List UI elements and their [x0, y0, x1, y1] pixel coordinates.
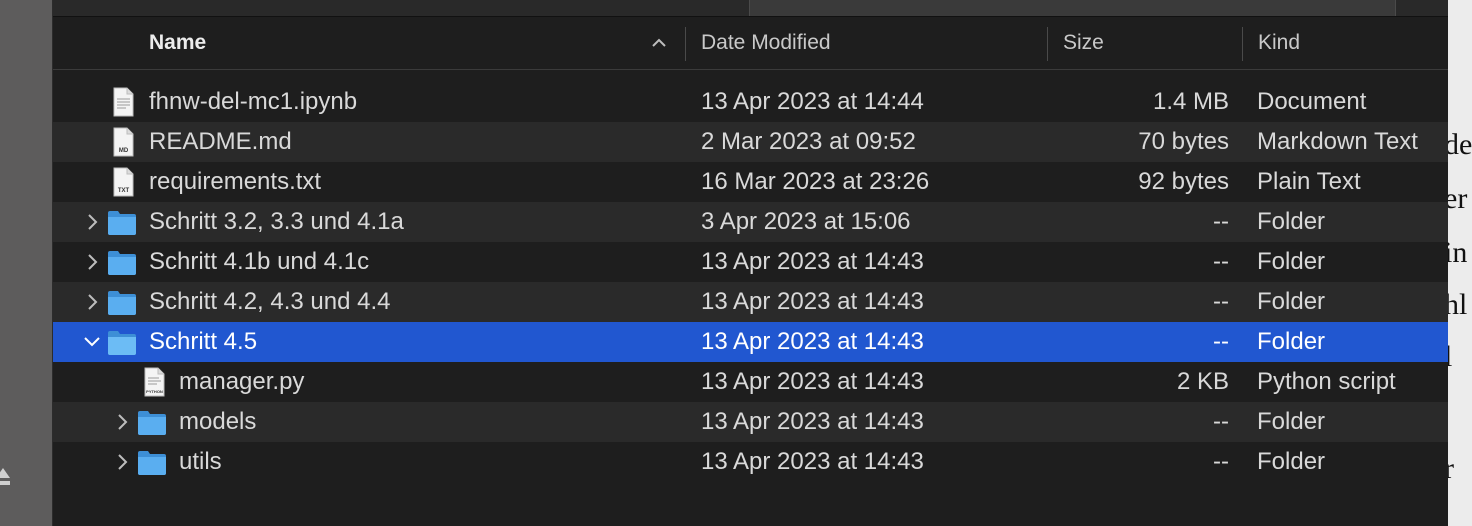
folder-icon — [108, 291, 136, 315]
background-text: de — [1447, 128, 1472, 161]
file-kind: Document — [1257, 88, 1367, 115]
file-name: utils — [179, 448, 222, 475]
file-size: 92 bytes — [1138, 168, 1229, 195]
file-name: Schritt 4.5 — [149, 328, 258, 355]
chevron-right-icon[interactable] — [115, 452, 129, 472]
file-row[interactable]: PYTHON manager.py 13 Apr 2023 at 14:43 2… — [53, 362, 1448, 402]
document-icon — [113, 87, 134, 117]
chevron-right-icon[interactable] — [85, 292, 99, 312]
column-header-name[interactable]: Name — [149, 17, 206, 69]
file-name: fhnw-del-mc1.ipynb — [149, 88, 358, 115]
chevron-right-icon[interactable] — [115, 412, 129, 432]
background-text: in — [1447, 236, 1468, 269]
file-kind: Python script — [1257, 368, 1396, 395]
file-name: Schritt 3.2, 3.3 und 4.1a — [149, 208, 404, 235]
python-file-icon: PYTHON — [144, 367, 165, 397]
chevron-right-icon[interactable] — [85, 212, 99, 232]
folder-icon — [138, 451, 166, 475]
chevron-right-icon[interactable] — [85, 252, 99, 272]
file-kind: Markdown Text — [1257, 128, 1418, 155]
background-document: de er in hl l r — [1447, 0, 1472, 526]
file-name: Schritt 4.2, 4.3 und 4.4 — [149, 288, 391, 315]
file-date-modified: 13 Apr 2023 at 14:43 — [701, 328, 924, 355]
column-header: Name Date Modified Size Kind — [53, 16, 1448, 70]
file-size: -- — [1213, 248, 1229, 275]
file-kind: Plain Text — [1257, 168, 1361, 195]
file-date-modified: 13 Apr 2023 at 14:43 — [701, 248, 924, 275]
file-size: -- — [1213, 328, 1229, 355]
file-size: 1.4 MB — [1152, 88, 1229, 115]
column-divider[interactable] — [685, 27, 686, 61]
finder-window: Name Date Modified Size Kind fhnw-del-mc… — [52, 0, 1448, 526]
file-size: 2 KB — [1176, 368, 1229, 395]
file-list: fhnw-del-mc1.ipynb 13 Apr 2023 at 14:44 … — [53, 82, 1448, 482]
file-kind: Folder — [1257, 248, 1326, 275]
column-divider[interactable] — [1047, 27, 1048, 61]
file-size: 70 bytes — [1138, 128, 1229, 155]
md-file-icon: MD — [113, 127, 134, 157]
folder-row-selected[interactable]: Schritt 4.5 13 Apr 2023 at 14:43 -- Fold… — [53, 322, 1448, 362]
toolbar-search-area[interactable] — [749, 0, 1396, 16]
folder-row[interactable]: utils 13 Apr 2023 at 14:43 -- Folder — [53, 442, 1448, 482]
folder-row[interactable]: Schritt 4.2, 4.3 und 4.4 13 Apr 2023 at … — [53, 282, 1448, 322]
file-size: -- — [1213, 448, 1229, 475]
file-row[interactable]: TXT requirements.txt 16 Mar 2023 at 23:2… — [53, 162, 1448, 202]
file-size: -- — [1213, 208, 1229, 235]
eject-icon[interactable] — [0, 466, 10, 488]
file-date-modified: 13 Apr 2023 at 14:43 — [701, 288, 924, 315]
chevron-down-icon[interactable] — [82, 332, 102, 352]
folder-icon — [108, 331, 136, 355]
file-name: Schritt 4.1b und 4.1c — [149, 248, 370, 275]
file-date-modified: 16 Mar 2023 at 23:26 — [701, 168, 930, 195]
file-kind: Folder — [1257, 448, 1326, 475]
file-row[interactable]: fhnw-del-mc1.ipynb 13 Apr 2023 at 14:44 … — [53, 82, 1448, 122]
toolbar — [53, 0, 1448, 16]
file-date-modified: 2 Mar 2023 at 09:52 — [701, 128, 916, 155]
background-text: r — [1447, 452, 1454, 485]
file-name: models — [179, 408, 257, 435]
file-row[interactable]: MD README.md 2 Mar 2023 at 09:52 70 byte… — [53, 122, 1448, 162]
column-header-size[interactable]: Size — [1063, 17, 1104, 69]
file-size: -- — [1213, 408, 1229, 435]
file-name: manager.py — [179, 368, 305, 395]
file-date-modified: 13 Apr 2023 at 14:44 — [701, 88, 924, 115]
column-header-date-modified[interactable]: Date Modified — [701, 17, 831, 69]
background-text: hl — [1447, 288, 1468, 321]
file-date-modified: 13 Apr 2023 at 14:43 — [701, 408, 924, 435]
file-type-label: PYTHON — [146, 389, 163, 394]
file-date-modified: 3 Apr 2023 at 15:06 — [701, 208, 911, 235]
file-date-modified: 13 Apr 2023 at 14:43 — [701, 448, 924, 475]
column-header-kind[interactable]: Kind — [1258, 17, 1300, 69]
file-kind: Folder — [1257, 208, 1326, 235]
file-kind: Folder — [1257, 288, 1326, 315]
folder-icon — [108, 251, 136, 275]
file-name: README.md — [149, 128, 292, 155]
file-type-label: MD — [119, 148, 129, 154]
txt-file-icon: TXT — [113, 167, 134, 197]
folder-row[interactable]: Schritt 4.1b und 4.1c 13 Apr 2023 at 14:… — [53, 242, 1448, 282]
file-type-label: TXT — [118, 188, 130, 194]
file-kind: Folder — [1257, 408, 1326, 435]
folder-icon — [138, 411, 166, 435]
folder-row[interactable]: models 13 Apr 2023 at 14:43 -- Folder — [53, 402, 1448, 442]
file-size: -- — [1213, 288, 1229, 315]
folder-icon — [108, 211, 136, 235]
desktop-left-edge — [0, 0, 52, 526]
background-text: er — [1447, 182, 1468, 215]
column-divider[interactable] — [1242, 27, 1243, 61]
folder-row[interactable]: Schritt 3.2, 3.3 und 4.1a 3 Apr 2023 at … — [53, 202, 1448, 242]
sort-ascending-icon[interactable] — [651, 35, 667, 51]
file-date-modified: 13 Apr 2023 at 14:43 — [701, 368, 924, 395]
file-name: requirements.txt — [149, 168, 322, 195]
file-kind: Folder — [1257, 328, 1326, 355]
